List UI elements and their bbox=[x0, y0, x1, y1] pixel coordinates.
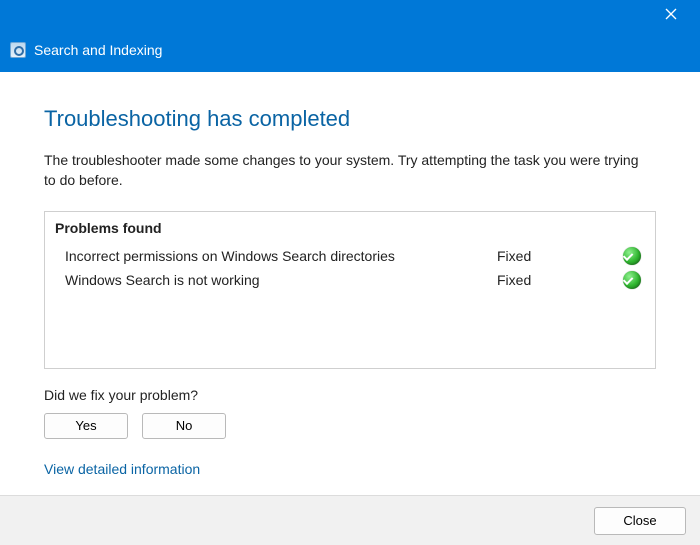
problem-description: Windows Search is not working bbox=[65, 272, 497, 288]
checkmark-icon bbox=[623, 247, 641, 265]
dialog-footer: Close bbox=[0, 495, 700, 545]
window-close-button[interactable] bbox=[650, 3, 692, 27]
problems-found-box: Problems found Incorrect permissions on … bbox=[44, 211, 656, 369]
view-detailed-information-link[interactable]: View detailed information bbox=[44, 461, 200, 477]
close-button[interactable]: Close bbox=[594, 507, 686, 535]
problem-status-icon-wrap bbox=[617, 271, 641, 289]
checkmark-icon bbox=[623, 271, 641, 289]
problem-status: Fixed bbox=[497, 248, 617, 264]
window-titlebar: Search and Indexing bbox=[0, 0, 700, 72]
problems-found-header: Problems found bbox=[55, 218, 645, 244]
app-title: Search and Indexing bbox=[34, 42, 162, 58]
problem-row: Windows Search is not working Fixed bbox=[55, 268, 645, 292]
problem-description: Incorrect permissions on Windows Search … bbox=[65, 248, 497, 264]
content-area: Troubleshooting has completed The troubl… bbox=[0, 72, 700, 477]
problem-status-icon-wrap bbox=[617, 247, 641, 265]
feedback-yes-button[interactable]: Yes bbox=[44, 413, 128, 439]
troubleshooter-app-icon bbox=[10, 42, 26, 58]
problem-status: Fixed bbox=[497, 272, 617, 288]
close-icon bbox=[665, 8, 677, 23]
result-summary-text: The troubleshooter made some changes to … bbox=[44, 150, 654, 191]
page-heading: Troubleshooting has completed bbox=[44, 106, 656, 132]
problem-row: Incorrect permissions on Windows Search … bbox=[55, 244, 645, 268]
feedback-question: Did we fix your problem? bbox=[44, 387, 656, 403]
feedback-no-button[interactable]: No bbox=[142, 413, 226, 439]
